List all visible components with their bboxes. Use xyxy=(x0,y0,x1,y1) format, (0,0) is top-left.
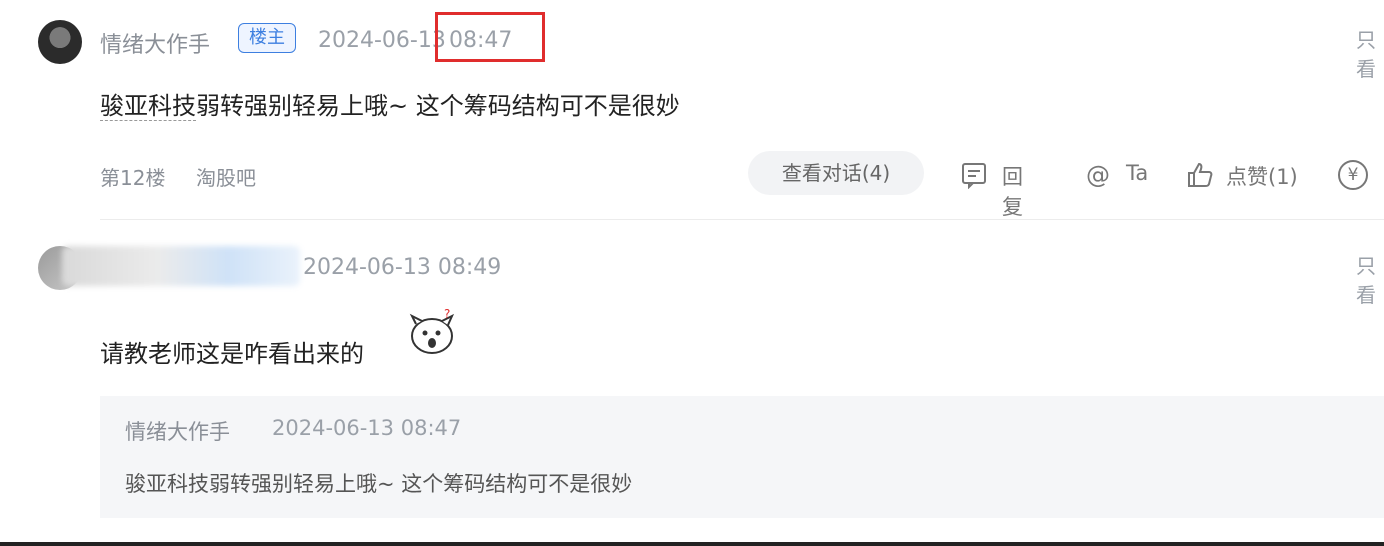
floor-number: 第12楼 xyxy=(100,166,166,190)
at-ta-button[interactable]: @ Ta xyxy=(1086,161,1148,189)
quote-datetime: 2024-06-13 08:47 xyxy=(272,416,462,440)
svg-text:?: ? xyxy=(444,308,450,321)
red-highlight-box xyxy=(435,12,545,62)
comment-text: 骏亚科技弱转强别轻易上哦~ 这个筹码结构可不是很妙 xyxy=(100,86,680,121)
quoted-comment: 情绪大作手 2024-06-13 08:47 骏亚科技弱转强别轻易上哦~ 这个筹… xyxy=(100,396,1384,518)
only-see-link[interactable]: 只看 xyxy=(1356,24,1384,82)
reply-label: 回复 xyxy=(1002,165,1023,219)
source-label[interactable]: 淘股吧 xyxy=(196,162,256,191)
at-icon: @ xyxy=(1086,161,1110,189)
at-ta-label: Ta xyxy=(1126,161,1149,185)
comment-text: 请教老师这是咋看出来的 xyxy=(100,340,364,368)
post-datetime: 2024-06-13 08:49 xyxy=(303,255,502,280)
avatar[interactable] xyxy=(38,20,82,64)
reply-button[interactable]: 回复 xyxy=(960,161,1023,219)
thumbs-up-icon xyxy=(1186,162,1214,195)
reward-icon[interactable]: ¥ xyxy=(1338,160,1368,190)
stock-link[interactable]: 骏亚科技 xyxy=(100,92,196,121)
only-see-link[interactable]: 只看 xyxy=(1356,250,1384,308)
divider xyxy=(100,219,1384,220)
blurred-username xyxy=(62,246,300,286)
like-label: 点赞(1) xyxy=(1226,165,1298,189)
bottom-border xyxy=(0,542,1384,546)
quote-text: 骏亚科技弱转强别轻易上哦~ 这个筹码结构可不是很妙 xyxy=(125,472,633,496)
view-dialog-button[interactable]: 查看对话(4) xyxy=(748,151,924,195)
quote-username[interactable]: 情绪大作手 xyxy=(125,416,230,446)
username[interactable]: 情绪大作手 xyxy=(100,27,210,59)
comment-icon xyxy=(960,163,988,195)
like-button[interactable]: 点赞(1) xyxy=(1186,161,1298,195)
post-date: 2024-06-13 xyxy=(318,28,446,53)
confused-face-emoji-icon: ? xyxy=(408,307,458,356)
op-badge: 楼主 xyxy=(238,23,296,53)
comment-text-rest: 弱转强别轻易上哦~ 这个筹码结构可不是很妙 xyxy=(196,92,680,120)
